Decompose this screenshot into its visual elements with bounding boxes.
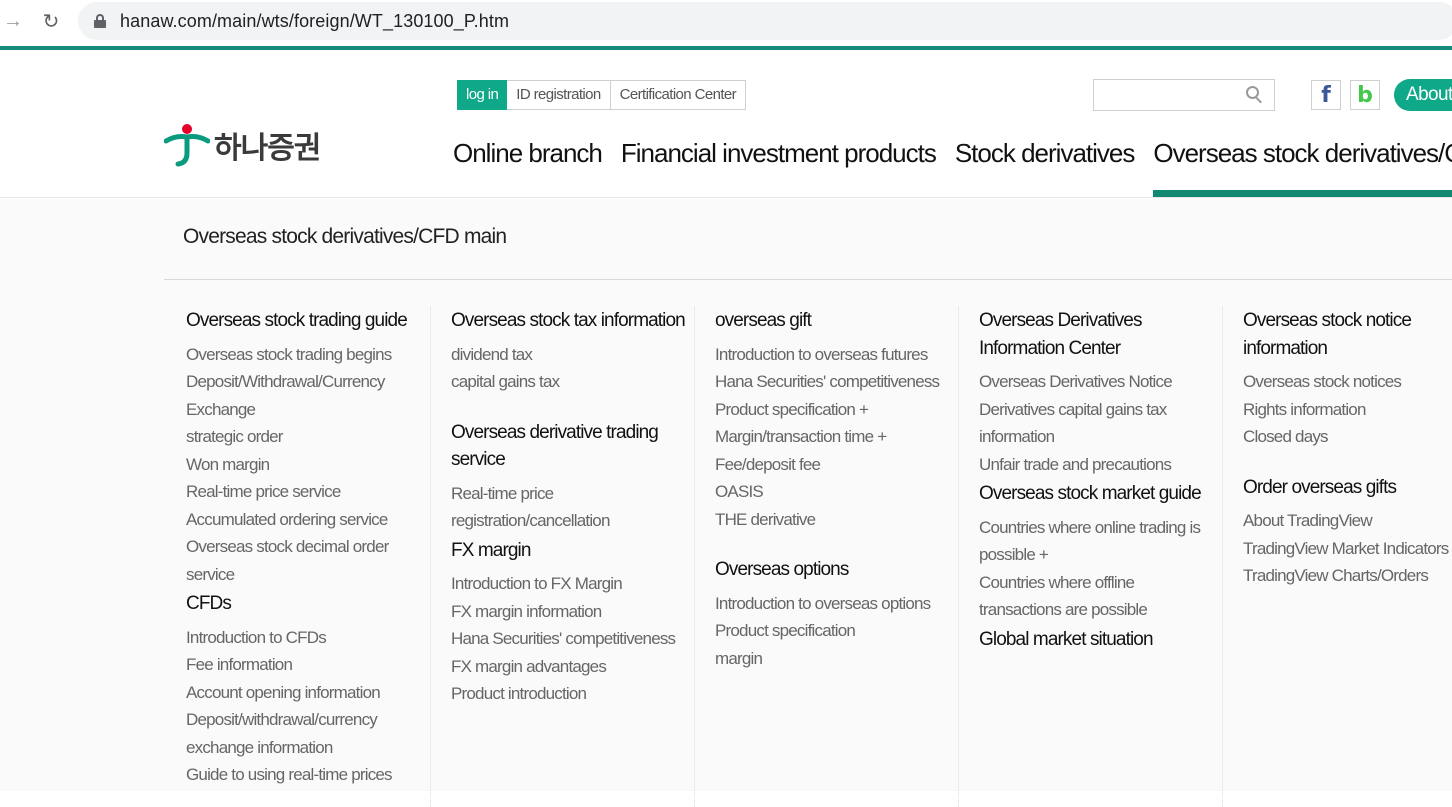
search-input[interactable] <box>1093 79 1275 111</box>
menu-item[interactable]: Margin/transaction time + <box>715 423 947 451</box>
menu-item[interactable]: Introduction to CFDs <box>186 624 418 652</box>
nav-financial-investment-products[interactable]: Financial investment products <box>621 136 937 176</box>
main-navigation: Online branch Financial investment produ… <box>453 136 1452 197</box>
menu-item[interactable]: TradingView Charts/Orders <box>1243 562 1452 590</box>
menu-item[interactable]: Overseas stock trading begins <box>186 341 418 369</box>
menu-item[interactable]: Fee/deposit fee <box>715 451 947 479</box>
menu-item[interactable]: FX margin advantages <box>451 653 683 681</box>
menu-item[interactable]: Fee information <box>186 651 418 679</box>
site-logo[interactable]: 하나증권 <box>164 123 321 167</box>
menu-item[interactable]: Introduction to FX Margin <box>451 570 683 598</box>
reload-icon[interactable]: ↻ <box>38 8 64 34</box>
search-icon[interactable] <box>1246 86 1264 104</box>
logo-text: 하나증권 <box>214 132 321 165</box>
site-header: 하나증권 log in ID registration Certificatio… <box>0 50 1452 198</box>
menu-item[interactable]: dividend tax <box>451 341 683 369</box>
about-button[interactable]: About <box>1394 79 1452 111</box>
menu-item[interactable]: Product introduction <box>451 680 683 708</box>
menu-item[interactable]: Overseas stock notices <box>1243 368 1452 396</box>
divider <box>164 279 1452 280</box>
menu-item[interactable]: Derivatives capital gains tax informatio… <box>979 396 1179 451</box>
login-button[interactable]: log in <box>457 80 508 110</box>
menu-item[interactable]: About TradingView <box>1243 507 1452 535</box>
section-title[interactable]: Overseas stock notice information <box>1243 307 1443 362</box>
menu-item[interactable]: Real-time price registration/cancellatio… <box>451 480 683 535</box>
menu-item[interactable]: Account opening information <box>186 679 418 707</box>
menu-column-2: Overseas stock tax information dividend … <box>430 307 694 807</box>
nav-overseas-stock-derivatives-cfd[interactable]: Overseas stock derivatives/CFD <box>1153 136 1452 197</box>
menu-column-5: Overseas stock notice information Overse… <box>1222 307 1452 807</box>
menu-item[interactable]: FX margin information <box>451 598 683 626</box>
section-title[interactable]: Overseas derivative trading service <box>451 419 687 474</box>
section-title[interactable]: Order overseas gifts <box>1243 474 1452 502</box>
menu-item[interactable]: Overseas stock decimal order service <box>186 533 418 588</box>
menu-column-4: Overseas Derivatives Information Center … <box>958 307 1222 807</box>
menu-item[interactable]: Product specification <box>715 617 947 645</box>
menu-item[interactable]: Product specification + <box>715 396 947 424</box>
menu-item[interactable]: Introduction to overseas futures <box>715 341 947 369</box>
menu-item[interactable]: TradingView Market Indicators <box>1243 535 1452 563</box>
menu-item[interactable]: Accumulated ordering service <box>186 506 418 534</box>
id-registration-link[interactable]: ID registration <box>507 80 611 110</box>
menu-item[interactable]: Deposit/withdrawal/currency exchange inf… <box>186 706 418 761</box>
menu-item[interactable]: THE derivative <box>715 506 947 534</box>
menu-item[interactable]: capital gains tax <box>451 368 683 396</box>
menu-main-link[interactable]: Overseas stock derivatives/CFD main <box>183 225 507 249</box>
forward-arrow-icon[interactable]: → <box>0 8 26 34</box>
utility-links: log in ID registration Certification Cen… <box>457 80 747 110</box>
menu-item[interactable]: Countries where offline transactions are… <box>979 569 1179 624</box>
menu-item[interactable]: OASIS <box>715 478 947 506</box>
blog-icon[interactable]: b <box>1350 80 1380 110</box>
section-title[interactable]: FX margin <box>451 537 687 565</box>
section-title[interactable]: CFDs <box>186 590 422 618</box>
certification-center-link[interactable]: Certification Center <box>610 80 747 110</box>
menu-item[interactable]: Introduction to overseas options <box>715 590 947 618</box>
mega-menu: Overseas stock derivatives/CFD main Over… <box>0 199 1452 807</box>
lock-icon[interactable] <box>94 14 106 28</box>
nav-stock-derivatives[interactable]: Stock derivatives <box>955 136 1136 176</box>
menu-item[interactable]: Countries where online trading is possib… <box>979 514 1211 569</box>
menu-item[interactable]: strategic order <box>186 423 418 451</box>
menu-item[interactable]: Hana Securities' competitiveness <box>451 625 683 653</box>
menu-item[interactable]: Real-time price service <box>186 478 418 506</box>
section-title[interactable]: Overseas Derivatives Information Center <box>979 307 1179 362</box>
menu-item[interactable]: Rights information <box>1243 396 1452 424</box>
section-title[interactable]: Overseas options <box>715 556 951 584</box>
nav-online-branch[interactable]: Online branch <box>453 136 603 176</box>
menu-item[interactable]: Won margin <box>186 451 418 479</box>
menu-item[interactable]: Deposit/Withdrawal/Currency Exchange <box>186 368 418 423</box>
menu-item[interactable]: Closed days <box>1243 423 1452 451</box>
menu-item[interactable]: margin <box>715 645 947 673</box>
facebook-icon[interactable]: f <box>1311 80 1341 110</box>
url-text[interactable]: hanaw.com/main/wts/foreign/WT_130100_P.h… <box>120 11 509 32</box>
section-title[interactable]: overseas gift <box>715 307 951 335</box>
section-title[interactable]: Overseas stock market guide <box>979 480 1215 508</box>
hana-logo-icon <box>164 124 210 167</box>
browser-toolbar: → ↻ hanaw.com/main/wts/foreign/WT_130100… <box>0 0 1452 42</box>
menu-column-1: Overseas stock trading guide Overseas st… <box>166 307 430 807</box>
section-title[interactable]: Overseas stock tax information <box>451 307 687 335</box>
section-title[interactable]: Global market situation <box>979 626 1215 654</box>
address-bar[interactable]: hanaw.com/main/wts/foreign/WT_130100_P.h… <box>78 2 1452 40</box>
menu-column-3: overseas gift Introduction to overseas f… <box>694 307 958 807</box>
menu-item[interactable]: Guide to using real-time prices <box>186 761 418 789</box>
section-title[interactable]: Overseas stock trading guide <box>186 307 422 335</box>
menu-item[interactable]: Overseas Derivatives Notice <box>979 368 1211 396</box>
menu-item[interactable]: Unfair trade and precautions <box>979 451 1211 479</box>
menu-item[interactable]: Hana Securities' competitiveness <box>715 368 947 396</box>
